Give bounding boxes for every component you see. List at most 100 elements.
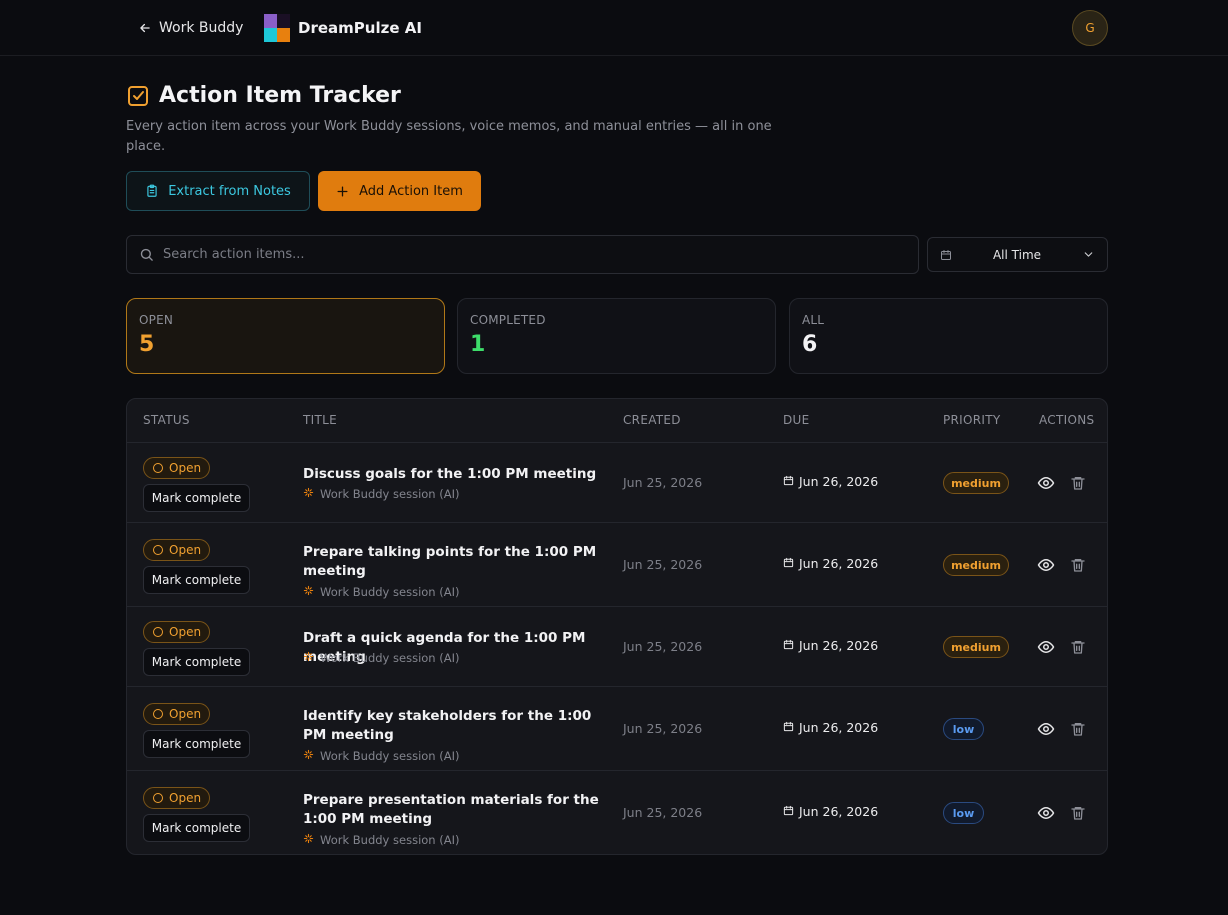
circle-icon [153,709,163,719]
sparkle-icon [303,487,314,501]
sparkle-icon [303,833,314,847]
item-source: Work Buddy session (AI) [303,749,459,763]
due-date-label: Jun 26, 2026 [799,474,879,489]
time-filter-select[interactable]: All Time [927,237,1108,272]
delete-trash-icon[interactable] [1070,805,1088,823]
priority-badge: medium [943,554,1009,576]
sparkle-icon [303,585,314,599]
due-date-label: Jun 26, 2026 [799,804,879,819]
sparkle-icon [303,749,314,763]
mark-complete-button[interactable]: Mark complete [143,484,250,512]
source-label: Work Buddy session (AI) [320,585,460,599]
stat-card-all[interactable]: ALL 6 [789,298,1108,374]
source-label: Work Buddy session (AI) [320,833,460,847]
clipboard-icon [147,184,157,197]
due-date-label: Jun 26, 2026 [799,720,879,735]
extract-from-notes-button[interactable]: Extract from Notes [126,171,310,211]
mark-complete-button[interactable]: Mark complete [143,730,250,758]
column-header-priority: PRIORITY [943,413,1001,427]
user-avatar[interactable]: G [1072,10,1108,46]
created-date: Jun 25, 2026 [623,721,703,736]
priority-badge: medium [943,636,1009,658]
item-source: Work Buddy session (AI) [303,487,459,501]
table-row: Open Mark complete Prepare talking points … [127,523,1107,607]
created-date: Jun 25, 2026 [623,557,703,572]
created-date: Jun 25, 2026 [623,475,703,490]
stat-card-open[interactable]: OPEN 5 [126,298,445,374]
calendar-icon [941,249,951,260]
stat-label: COMPLETED [470,313,546,327]
brand-logo [264,14,290,42]
plus-icon [337,186,348,196]
view-eye-icon[interactable] [1037,804,1055,822]
priority-badge: low [943,718,984,740]
search-input[interactable] [163,247,903,262]
item-source: Work Buddy session (AI) [303,651,459,665]
page-subtitle: Every action item across your Work Buddy… [126,119,772,154]
mark-complete-button[interactable]: Mark complete [143,566,250,594]
checkbox-square-icon [128,85,148,106]
source-label: Work Buddy session (AI) [320,651,460,665]
table-row: Open Mark complete Discuss goals for the 1… [127,443,1107,523]
sparkle-icon [303,651,314,665]
column-header-status: STATUS [143,413,190,427]
status-label: Open [169,543,202,557]
view-eye-icon[interactable] [1037,556,1055,574]
add-button-label: Add Action Item [359,183,463,199]
due-date: Jun 26, 2026 [783,804,878,819]
calendar-icon [783,804,794,819]
status-label: Open [169,461,202,475]
arrow-left-icon [140,23,150,33]
mark-complete-button[interactable]: Mark complete [143,814,250,842]
status-badge: Open [143,787,210,809]
due-date: Jun 26, 2026 [783,556,878,571]
column-header-title: TITLE [303,413,337,427]
item-title[interactable]: Identify key stakeholders for the 1:00 P… [303,707,609,745]
view-eye-icon[interactable] [1037,720,1055,738]
created-date: Jun 25, 2026 [623,639,703,654]
delete-trash-icon[interactable] [1070,557,1088,575]
view-eye-icon[interactable] [1037,638,1055,656]
delete-trash-icon[interactable] [1070,639,1088,657]
table-row: Open Mark complete Identify key stakeholde… [127,687,1107,771]
brand-name: DreamPulze AI [298,19,422,37]
stat-card-completed[interactable]: COMPLETED 1 [457,298,776,374]
table-row: Open Mark complete Prepare presentation ma… [127,771,1107,854]
due-date: Jun 26, 2026 [783,720,878,735]
add-action-item-button[interactable]: Add Action Item [318,171,481,211]
item-source: Work Buddy session (AI) [303,585,459,599]
stat-value: 5 [139,332,155,357]
delete-trash-icon[interactable] [1070,721,1088,739]
view-eye-icon[interactable] [1037,474,1055,492]
status-badge: Open [143,539,210,561]
extract-button-label: Extract from Notes [168,183,291,199]
back-to-work-buddy-link[interactable]: Work Buddy [138,18,243,38]
search-icon [140,248,153,261]
back-link-label: Work Buddy [159,20,244,36]
calendar-icon [783,474,794,489]
item-title[interactable]: Prepare presentation materials for the 1… [303,791,609,829]
circle-icon [153,627,163,637]
item-title[interactable]: Discuss goals for the 1:00 PM meeting [303,465,609,484]
calendar-icon [783,556,794,571]
table-row: Open Mark complete Draft a quick agenda fo… [127,607,1107,687]
column-header-actions: ACTIONS [1039,413,1095,427]
status-badge: Open [143,703,210,725]
item-title[interactable]: Prepare talking points for the 1:00 PM m… [303,543,609,581]
brand[interactable]: DreamPulze AI [264,14,422,42]
search-box [126,235,919,274]
top-bar: Work Buddy DreamPulze AI G [0,0,1228,56]
status-badge: Open [143,621,210,643]
table-header: STATUS TITLE CREATED DUE PRIORITY ACTION… [127,399,1107,443]
calendar-icon [783,720,794,735]
circle-icon [153,545,163,555]
stat-value: 1 [470,332,486,357]
delete-trash-icon[interactable] [1070,475,1088,493]
circle-icon [153,793,163,803]
source-label: Work Buddy session (AI) [320,749,460,763]
status-label: Open [169,707,202,721]
priority-badge: medium [943,472,1009,494]
action-items-table: STATUS TITLE CREATED DUE PRIORITY ACTION… [126,398,1108,855]
mark-complete-button[interactable]: Mark complete [143,648,250,676]
column-header-due: DUE [783,413,810,427]
